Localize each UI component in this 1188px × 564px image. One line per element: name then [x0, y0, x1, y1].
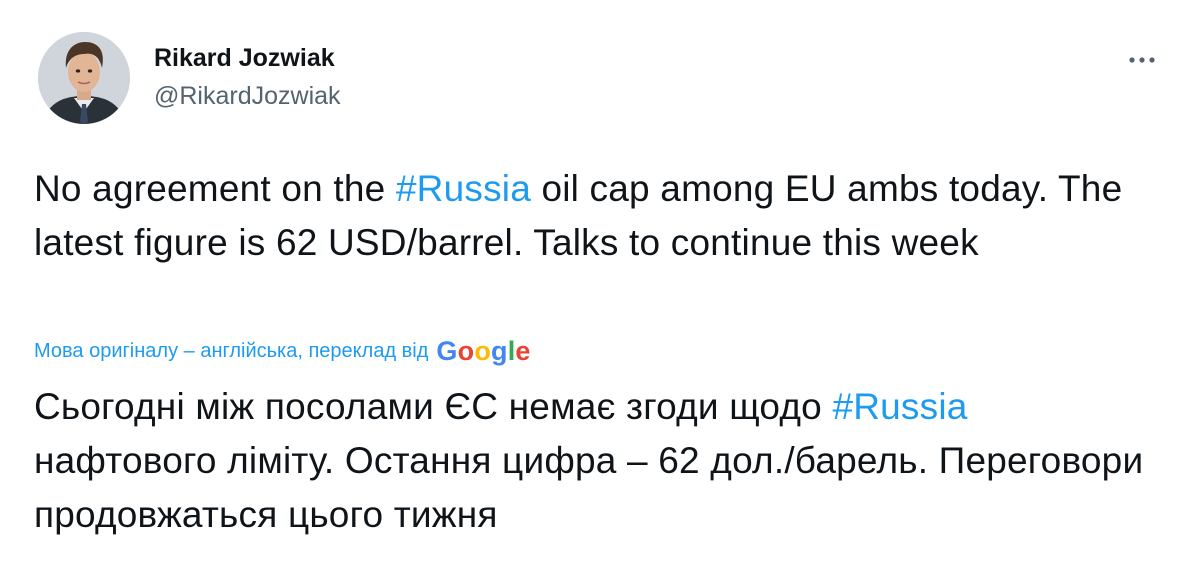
translation-notice-label[interactable]: Мова оригіналу – англійська, переклад ві…	[34, 340, 428, 363]
tweet-original-text: No agreement on the #Russia oil cap amon…	[34, 162, 1144, 270]
google-logo-letter: e	[515, 336, 531, 366]
author-name[interactable]: Rikard Jozwiak	[154, 42, 335, 74]
google-logo-letter: G	[436, 336, 458, 366]
more-options-icon	[1129, 57, 1155, 63]
tweet-card: Rikard Jozwiak @RikardJozwiak No agreeme…	[0, 0, 1188, 564]
more-options-button[interactable]	[1120, 44, 1164, 76]
tweet-text-segment: No agreement on the	[34, 168, 396, 209]
avatar[interactable]	[38, 32, 130, 124]
hashtag-link[interactable]: #Russia	[396, 168, 531, 209]
profile-photo-avatar	[38, 32, 130, 124]
google-logo-letter: g	[491, 336, 508, 366]
hashtag-link[interactable]: #Russia	[832, 386, 967, 427]
google-logo[interactable]: Google	[436, 334, 530, 368]
translation-notice: Мова оригіналу – англійська, переклад ві…	[34, 334, 531, 368]
tweet-text-segment: нафтового ліміту. Остання цифра – 62 дол…	[34, 440, 1144, 535]
author-handle[interactable]: @RikardJozwiak	[154, 80, 341, 112]
google-logo-letter: o	[457, 336, 475, 366]
tweet-text-segment: Сьогодні між посолами ЄС немає згоди щод…	[34, 386, 833, 427]
google-logo-letter: o	[474, 336, 492, 366]
tweet-translated-text: Сьогодні між посолами ЄС немає згоди щод…	[34, 380, 1144, 542]
